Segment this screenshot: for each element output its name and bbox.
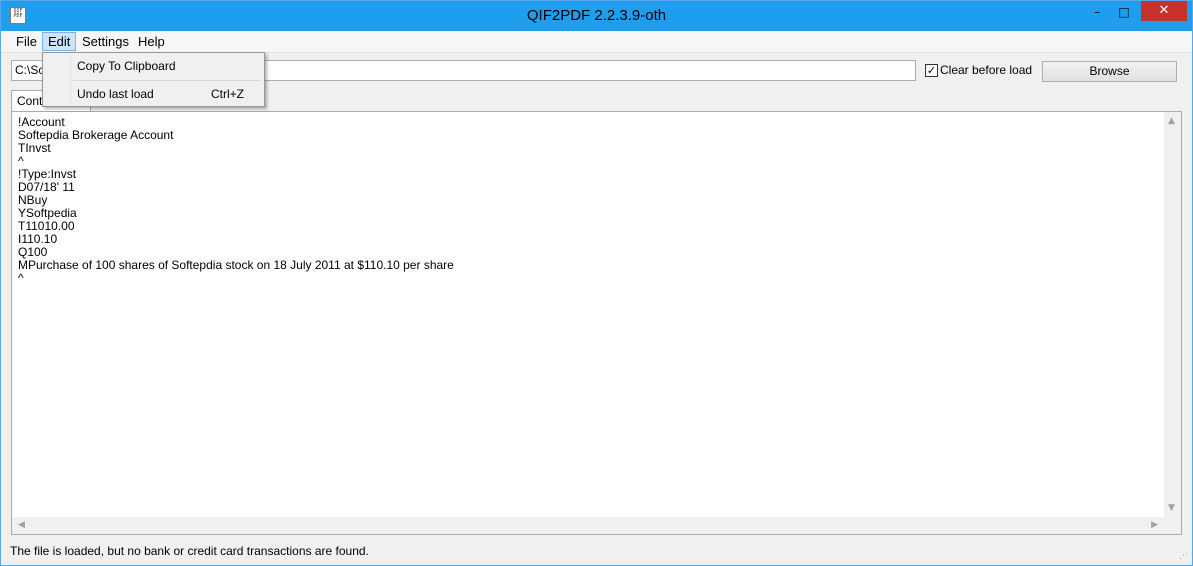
- content-line: TInvst: [18, 141, 51, 155]
- content-line: D07/18' 11: [18, 180, 75, 194]
- edit-menu-dropdown: Copy To Clipboard Undo last load Ctrl+Z: [42, 52, 265, 107]
- clear-before-load-label[interactable]: Clear before load: [940, 63, 1032, 78]
- scroll-right-icon[interactable]: ▶: [1151, 521, 1158, 530]
- menu-item-label: Undo last load: [77, 87, 154, 101]
- horizontal-scrollbar[interactable]: ◀ ▶: [12, 517, 1164, 534]
- scroll-up-icon[interactable]: ▲: [1168, 117, 1175, 126]
- content-line: MPurchase of 100 shares of Softepdia sto…: [18, 258, 454, 272]
- title-bar[interactable]: QIF PDF QIF2PDF 2.2.3.9-oth – □ ✕: [1, 1, 1192, 31]
- content-line: !Type:Invst: [18, 167, 77, 181]
- content-line: ^: [18, 271, 24, 285]
- status-text: The file is loaded, but no bank or credi…: [10, 544, 369, 558]
- content-line: T11010.00: [18, 219, 75, 233]
- content-line: YSoftpedia: [18, 206, 77, 220]
- menu-item-undo-last-load[interactable]: Undo last load Ctrl+Z: [45, 83, 262, 105]
- app-window: QIF PDF QIF2PDF 2.2.3.9-oth – □ ✕ File E…: [0, 0, 1193, 566]
- scroll-down-icon[interactable]: ▼: [1168, 504, 1175, 513]
- scrollbar-corner: [1164, 517, 1181, 534]
- content-line: ^: [18, 154, 24, 168]
- content-line: I110.10: [18, 232, 58, 246]
- resize-grip-icon[interactable]: ⋰: [1179, 551, 1188, 561]
- content-line: NBuy: [18, 193, 48, 207]
- clear-before-load-checkbox[interactable]: ✓: [925, 64, 938, 77]
- menu-bar: File Edit Settings Help: [1, 31, 1192, 53]
- menu-settings[interactable]: Settings: [77, 32, 134, 51]
- close-button[interactable]: ✕: [1141, 1, 1187, 21]
- content-text-area[interactable]: !Account Softepdia Brokerage Account TIn…: [11, 111, 1182, 535]
- scroll-left-icon[interactable]: ◀: [18, 521, 25, 530]
- menu-separator: [73, 80, 261, 81]
- menu-item-copy-to-clipboard[interactable]: Copy To Clipboard: [45, 55, 262, 77]
- browse-button[interactable]: Browse: [1042, 61, 1177, 82]
- vertical-scrollbar[interactable]: ▲ ▼: [1164, 112, 1181, 518]
- menu-item-shortcut: Ctrl+Z: [211, 87, 244, 101]
- minimize-button[interactable]: –: [1084, 2, 1110, 22]
- window-title: QIF2PDF 2.2.3.9-oth: [526, 7, 667, 24]
- menu-help[interactable]: Help: [133, 32, 170, 51]
- content-line: Softepdia Brokerage Account: [18, 128, 174, 142]
- maximize-button[interactable]: □: [1111, 2, 1137, 22]
- menu-edit[interactable]: Edit: [42, 32, 77, 51]
- check-icon: ✓: [926, 64, 937, 77]
- menu-item-label: Copy To Clipboard: [77, 59, 176, 73]
- menu-file[interactable]: File: [11, 32, 42, 51]
- status-bar: The file is loaded, but no bank or credi…: [1, 541, 1192, 565]
- qif-content: !Account Softepdia Brokerage Account TIn…: [18, 116, 454, 285]
